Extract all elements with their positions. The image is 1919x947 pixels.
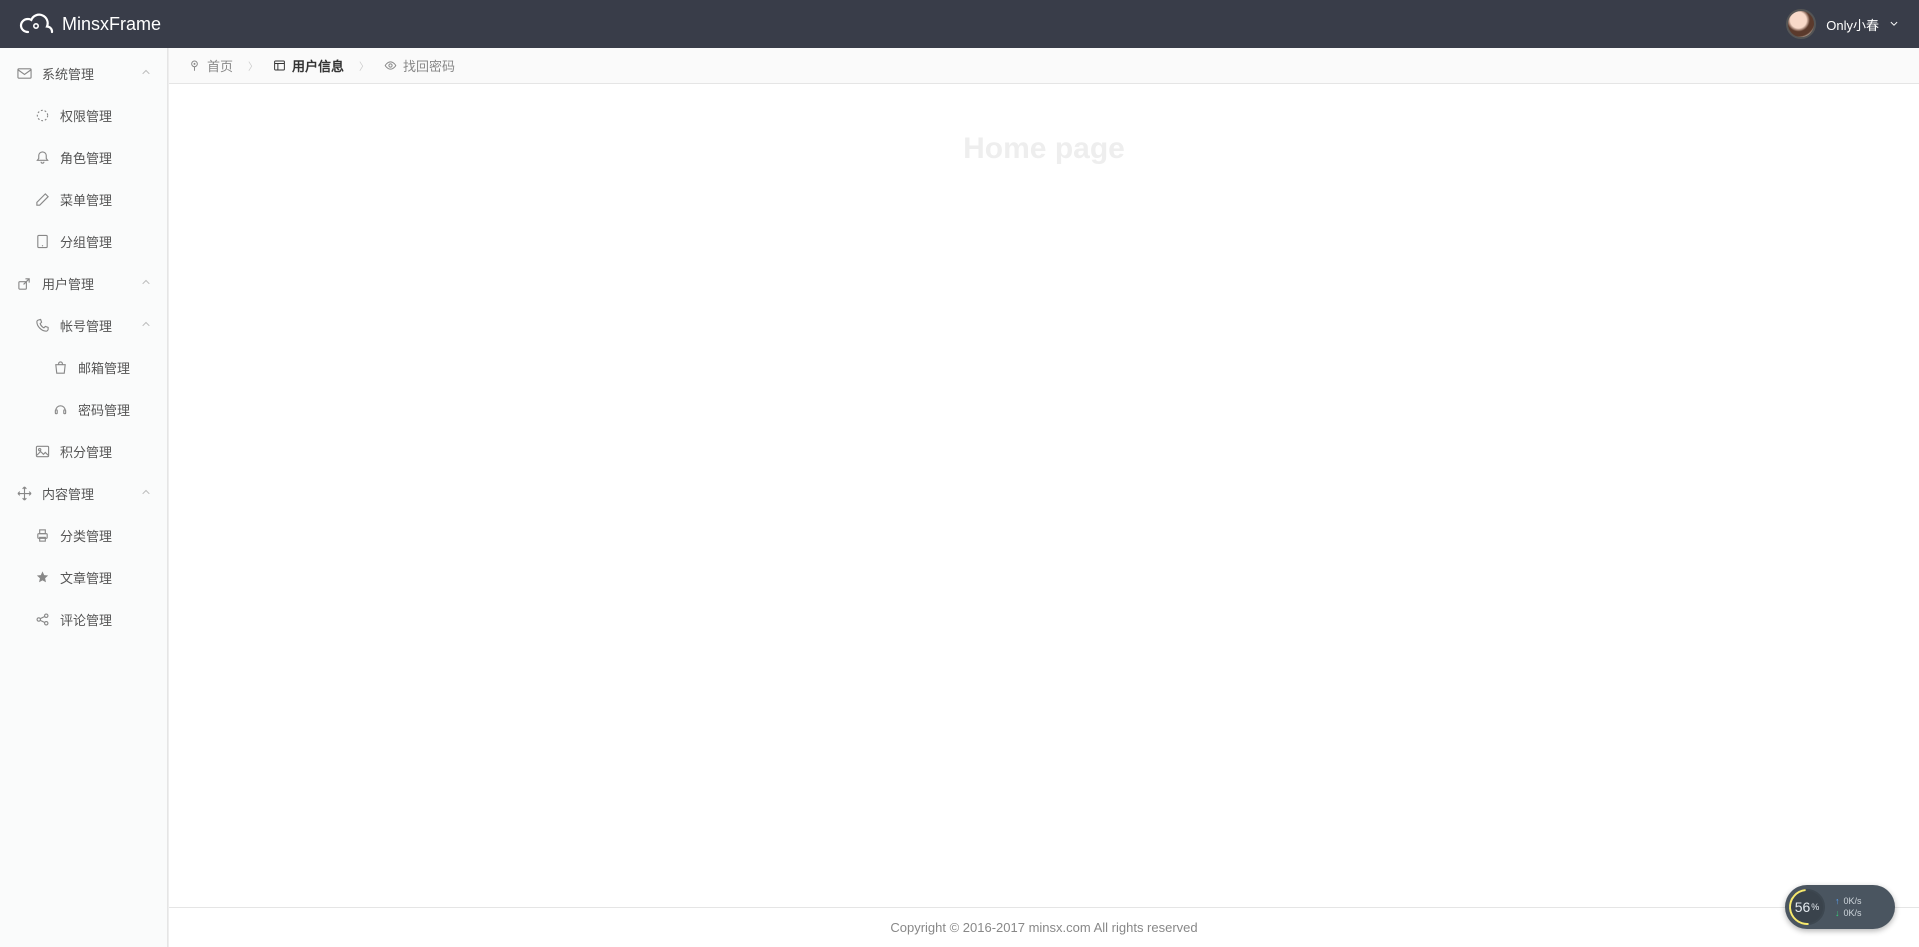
tab-label: 用户信息 bbox=[292, 56, 344, 75]
sidebar-item-sidebar-groups-1-children-0-children-0[interactable]: 邮箱管理 bbox=[0, 346, 167, 388]
star-icon bbox=[34, 569, 50, 585]
bag-icon bbox=[52, 359, 68, 375]
user-menu[interactable]: Only小春 bbox=[1786, 9, 1899, 39]
page-title: Home page bbox=[963, 132, 1125, 166]
bell-icon bbox=[34, 149, 50, 165]
sidebar-item-sidebar-groups-0[interactable]: 系统管理 bbox=[0, 52, 167, 94]
sidebar-item-label: 帐号管理 bbox=[60, 316, 141, 335]
tab-separator: 〉 bbox=[248, 58, 258, 73]
tab-separator: 〉 bbox=[359, 58, 369, 73]
download-rate: 0K/s bbox=[1844, 908, 1862, 918]
sidebar-item-label: 系统管理 bbox=[42, 64, 141, 83]
mail-icon bbox=[16, 65, 32, 81]
upload-rate: 0K/s bbox=[1844, 896, 1862, 906]
sidebar-item-sidebar-groups-2-children-0[interactable]: 分类管理 bbox=[0, 514, 167, 556]
sidebar-item-label: 评论管理 bbox=[60, 610, 151, 629]
content-area: Home page bbox=[169, 84, 1919, 907]
sidebar-item-label: 权限管理 bbox=[60, 106, 151, 125]
printer-icon bbox=[34, 527, 50, 543]
caret-up-icon bbox=[141, 68, 151, 78]
arrow-up-icon: ↑ bbox=[1835, 896, 1840, 906]
main: 首页〉用户信息〉找回密码 Home page Copyright © 2016-… bbox=[168, 48, 1919, 947]
layout-icon bbox=[272, 59, 286, 73]
sidebar-item-sidebar-groups-1-children-0-children-1[interactable]: 密码管理 bbox=[0, 388, 167, 430]
arrow-down-icon: ↓ bbox=[1835, 908, 1840, 918]
headset-icon bbox=[52, 401, 68, 417]
tab-2[interactable]: 找回密码 bbox=[373, 48, 466, 84]
footer: Copyright © 2016-2017 minsx.com All righ… bbox=[169, 907, 1919, 947]
share-icon bbox=[34, 611, 50, 627]
tab-label: 首页 bbox=[207, 56, 233, 75]
sidebar-item-label: 分组管理 bbox=[60, 232, 151, 251]
image-icon bbox=[34, 443, 50, 459]
sidebar-item-sidebar-groups-0-children-0[interactable]: 权限管理 bbox=[0, 94, 167, 136]
move-icon bbox=[16, 485, 32, 501]
avatar bbox=[1786, 9, 1816, 39]
sidebar-item-label: 文章管理 bbox=[60, 568, 151, 587]
sidebar-item-sidebar-groups-1-children-1[interactable]: 积分管理 bbox=[0, 430, 167, 472]
sidebar-item-label: 菜单管理 bbox=[60, 190, 151, 209]
caret-up-icon bbox=[141, 278, 151, 288]
sidebar-item-sidebar-groups-2-children-2[interactable]: 评论管理 bbox=[0, 598, 167, 640]
cpu-percent: 56% bbox=[1789, 889, 1825, 925]
sidebar-item-sidebar-groups-1-children-0[interactable]: 帐号管理 bbox=[0, 304, 167, 346]
tab-1[interactable]: 用户信息 bbox=[262, 48, 355, 84]
export-icon bbox=[16, 275, 32, 291]
brand-name: MinsxFrame bbox=[62, 14, 161, 35]
network-widget[interactable]: 56% ↑ 0K/s ↓ 0K/s bbox=[1785, 885, 1895, 929]
sidebar-item-sidebar-groups-2[interactable]: 内容管理 bbox=[0, 472, 167, 514]
sidebar-item-sidebar-groups-1[interactable]: 用户管理 bbox=[0, 262, 167, 304]
pin-icon bbox=[187, 59, 201, 73]
loading-icon bbox=[34, 107, 50, 123]
sidebar-item-label: 角色管理 bbox=[60, 148, 151, 167]
tab-0[interactable]: 首页 bbox=[177, 48, 244, 84]
phone-icon bbox=[34, 317, 50, 333]
sidebar-item-sidebar-groups-0-children-3[interactable]: 分组管理 bbox=[0, 220, 167, 262]
tabbar: 首页〉用户信息〉找回密码 bbox=[169, 48, 1919, 84]
pencil-icon bbox=[34, 191, 50, 207]
caret-up-icon bbox=[141, 488, 151, 498]
tablet-icon bbox=[34, 233, 50, 249]
chevron-down-icon bbox=[1889, 19, 1899, 29]
sidebar-item-sidebar-groups-0-children-2[interactable]: 菜单管理 bbox=[0, 178, 167, 220]
network-rates: ↑ 0K/s ↓ 0K/s bbox=[1835, 896, 1862, 918]
caret-up-icon bbox=[141, 320, 151, 330]
user-name: Only小春 bbox=[1826, 15, 1879, 34]
sidebar-item-label: 积分管理 bbox=[60, 442, 151, 461]
cloud-icon bbox=[18, 12, 56, 36]
sidebar-item-label: 分类管理 bbox=[60, 526, 151, 545]
header: MinsxFrame Only小春 bbox=[0, 0, 1919, 48]
sidebar-item-label: 用户管理 bbox=[42, 274, 141, 293]
sidebar-item-label: 内容管理 bbox=[42, 484, 141, 503]
logo[interactable]: MinsxFrame bbox=[18, 12, 161, 36]
sidebar-item-label: 邮箱管理 bbox=[78, 358, 151, 377]
sidebar: 系统管理权限管理角色管理菜单管理分组管理用户管理帐号管理邮箱管理密码管理积分管理… bbox=[0, 48, 168, 947]
sidebar-item-label: 密码管理 bbox=[78, 400, 151, 419]
sidebar-item-sidebar-groups-2-children-1[interactable]: 文章管理 bbox=[0, 556, 167, 598]
tab-label: 找回密码 bbox=[403, 56, 455, 75]
eye-icon bbox=[383, 59, 397, 73]
copyright: Copyright © 2016-2017 minsx.com All righ… bbox=[890, 920, 1197, 935]
sidebar-item-sidebar-groups-0-children-1[interactable]: 角色管理 bbox=[0, 136, 167, 178]
